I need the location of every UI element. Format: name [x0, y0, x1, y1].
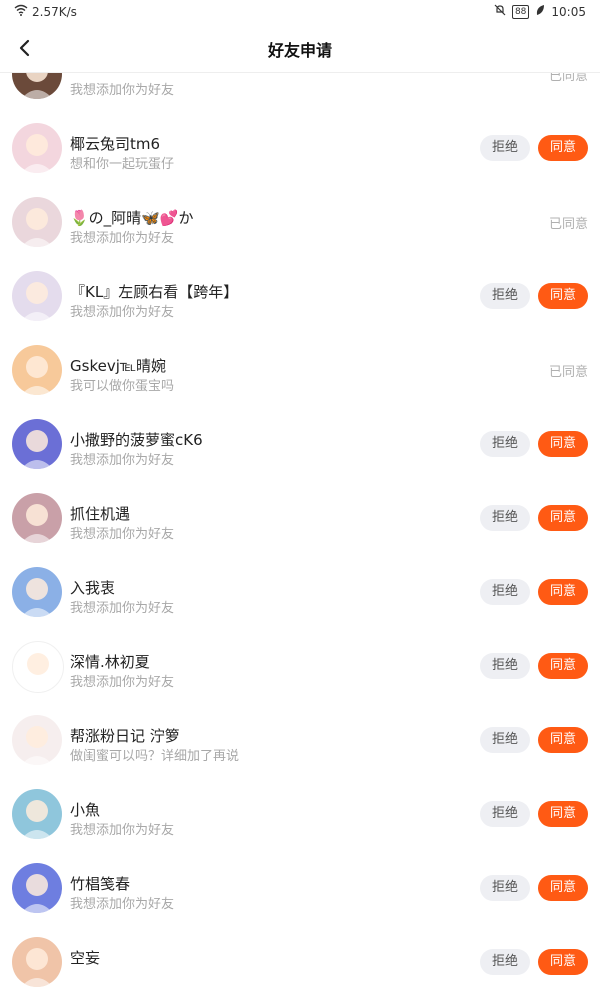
avatar[interactable]: [12, 123, 62, 173]
agreed-status: 已同意: [548, 365, 588, 380]
request-message: 我想添加你为好友: [70, 83, 175, 98]
reject-button[interactable]: 拒绝: [480, 653, 530, 679]
friend-request-list[interactable]: 我想添加你为好友 已同意 椰云兔司tm6 想和你一起玩蛋仔 拒绝 同意 🌷の_阿晴🦋💕か 我想…: [0, 0, 600, 987]
agree-button[interactable]: 同意: [538, 283, 588, 309]
requester-name: Gskevj℡晴婉: [70, 357, 166, 375]
requester-name: 竹椙笺春: [70, 875, 131, 893]
requester-name: 抓住机遇: [70, 505, 131, 523]
avatar[interactable]: [12, 419, 62, 469]
requester-name: 🌷の_阿晴🦋💕か: [70, 209, 194, 227]
reject-button[interactable]: 拒绝: [480, 505, 530, 531]
page-title: 好友申请: [267, 41, 332, 60]
friend-request-row[interactable]: 椰云兔司tm6 想和你一起玩蛋仔 拒绝 同意: [0, 111, 600, 185]
avatar[interactable]: [12, 641, 64, 693]
reject-button[interactable]: 拒绝: [480, 801, 530, 827]
friend-request-row[interactable]: 入我衷我想添加你为好友 拒绝 同意: [0, 555, 600, 629]
reject-button[interactable]: 拒绝: [480, 579, 530, 605]
friend-request-row[interactable]: 小撒野的菠萝蜜cK6 我想添加你为好友 拒绝 同意: [0, 407, 600, 481]
agree-button[interactable]: 同意: [538, 875, 588, 901]
avatar[interactable]: [12, 271, 62, 321]
friend-request-row[interactable]: 小魚我想添加你为好友 拒绝 同意: [0, 777, 600, 851]
request-message: 我想添加你为好友: [70, 601, 175, 616]
avatar[interactable]: [12, 937, 62, 987]
avatar[interactable]: [12, 567, 62, 617]
requester-name: 小撒野的菠萝蜜cK6: [70, 431, 203, 449]
request-message: 我想添加你为好友: [70, 897, 175, 912]
reject-button[interactable]: 拒绝: [480, 949, 530, 975]
request-message: 我想添加你为好友: [70, 527, 175, 542]
request-message: 做闺蜜可以吗？详细加了再说: [70, 749, 240, 764]
friend-request-row[interactable]: 抓住机遇我想添加你为好友 拒绝 同意: [0, 481, 600, 555]
avatar[interactable]: [12, 789, 62, 839]
requester-name: 椰云兔司tm6: [70, 135, 161, 153]
request-message: 我想添加你为好友: [70, 453, 175, 468]
request-message: 我想添加你为好友: [70, 305, 175, 320]
agree-button[interactable]: 同意: [538, 801, 588, 827]
friend-request-row[interactable]: Gskevj℡晴婉 我可以做你蛋宝吗 已同意: [0, 333, 600, 407]
friend-request-row[interactable]: 『KL』左顾右看【跨年】 我想添加你为好友 拒绝 同意: [0, 259, 600, 333]
request-message: 我可以做你蛋宝吗: [70, 379, 175, 394]
requester-name: 入我衷: [70, 579, 116, 597]
friend-request-row[interactable]: 🌷の_阿晴🦋💕か 我想添加你为好友 已同意: [0, 185, 600, 259]
requester-name: 小魚: [70, 801, 101, 819]
agree-button[interactable]: 同意: [538, 727, 588, 753]
agree-button[interactable]: 同意: [538, 135, 588, 161]
agree-button[interactable]: 同意: [538, 505, 588, 531]
avatar[interactable]: [12, 345, 62, 395]
agreed-status: 已同意: [548, 217, 588, 232]
reject-button[interactable]: 拒绝: [480, 727, 530, 753]
friend-request-row[interactable]: 竹椙笺春我想添加你为好友 拒绝 同意: [0, 851, 600, 925]
nav-header: 好友申请: [0, 24, 600, 73]
reject-button[interactable]: 拒绝: [480, 431, 530, 457]
requester-name: 空妄: [70, 949, 101, 967]
agree-button[interactable]: 同意: [538, 653, 588, 679]
agree-button[interactable]: 同意: [538, 431, 588, 457]
friend-request-row[interactable]: 空妄 拒绝 同意: [0, 925, 600, 999]
avatar[interactable]: [12, 715, 62, 765]
request-message: 我想添加你为好友: [70, 231, 175, 246]
request-message: 我想添加你为好友: [70, 675, 175, 690]
reject-button[interactable]: 拒绝: [480, 135, 530, 161]
reject-button[interactable]: 拒绝: [480, 283, 530, 309]
request-message: 想和你一起玩蛋仔: [70, 157, 175, 172]
avatar[interactable]: [12, 493, 62, 543]
friend-request-row[interactable]: 深情.林初夏我想添加你为好友 拒绝 同意: [0, 629, 600, 703]
requester-name: 帮涨粉日记 泞箩: [70, 727, 180, 745]
friend-request-row[interactable]: 帮涨粉日记 泞箩做闺蜜可以吗？详细加了再说 拒绝 同意: [0, 703, 600, 777]
avatar[interactable]: [12, 863, 62, 913]
request-message: 我想添加你为好友: [70, 823, 175, 838]
agree-button[interactable]: 同意: [538, 579, 588, 605]
requester-name: 『KL』左顾右看【跨年】: [70, 283, 239, 301]
requester-name: 深情.林初夏: [70, 653, 150, 671]
reject-button[interactable]: 拒绝: [480, 875, 530, 901]
avatar[interactable]: [12, 197, 62, 247]
agree-button[interactable]: 同意: [538, 949, 588, 975]
